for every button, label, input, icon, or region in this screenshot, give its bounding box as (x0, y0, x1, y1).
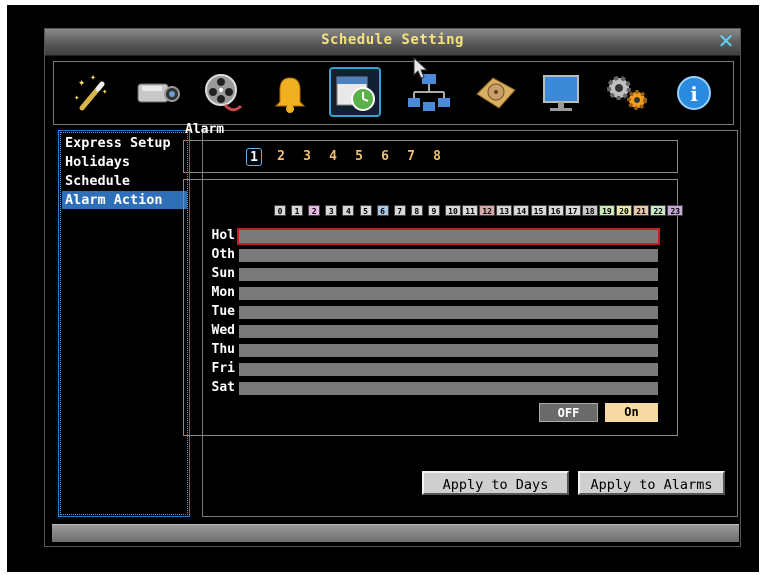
hour-cell[interactable]: 14 (513, 205, 530, 216)
hour-cell[interactable]: 17 (564, 205, 581, 216)
apply-to-days-button[interactable]: Apply to Days (422, 471, 569, 495)
schedule-icon[interactable] (329, 67, 381, 117)
alarm-number[interactable]: 4 (325, 148, 341, 166)
day-bar-oth[interactable] (239, 249, 658, 262)
sidebar-item-holidays[interactable]: Holidays (62, 153, 187, 171)
hour-cell[interactable]: 20 (616, 205, 632, 216)
gears-icon[interactable] (603, 70, 651, 116)
hour-cell[interactable]: 7 (393, 205, 406, 216)
hard-disk-icon[interactable] (471, 70, 519, 116)
day-label: Fri (211, 361, 235, 376)
day-bar-tue[interactable] (239, 306, 658, 319)
hour-cell[interactable]: 9 (427, 205, 440, 216)
alarm-number[interactable]: 8 (429, 148, 445, 166)
camera-icon[interactable] (134, 70, 182, 116)
monitor-icon[interactable] (538, 70, 586, 116)
hour-cell[interactable]: 22 (650, 205, 667, 216)
sidebar-item-schedule[interactable]: Schedule (62, 172, 187, 190)
day-bar-hol[interactable] (237, 228, 660, 245)
hour-cell[interactable]: 23 (667, 205, 684, 216)
hour-cell[interactable]: 12 (479, 205, 496, 216)
hour-cell[interactable]: 10 (445, 205, 461, 216)
window-title: Schedule Setting (321, 32, 464, 48)
alarm-number[interactable]: 1 (246, 148, 262, 166)
title-bar: Schedule Setting ✕ (45, 29, 740, 56)
mouse-cursor-icon (413, 57, 429, 79)
sidebar-item-express-setup[interactable]: Express Setup (62, 134, 187, 152)
day-label: Hol (211, 228, 235, 243)
alarm-number[interactable]: 7 (403, 148, 419, 166)
svg-text:✦: ✦ (90, 72, 96, 83)
hour-cell[interactable]: 13 (496, 205, 513, 216)
alarm-selector: 1 2 3 4 5 6 7 8 (183, 140, 678, 173)
hour-cell[interactable]: 18 (581, 205, 598, 216)
hour-cell[interactable]: 0 (274, 205, 286, 216)
off-button[interactable]: OFF (539, 403, 598, 422)
day-label: Thu (211, 342, 235, 357)
hour-cell[interactable]: 8 (410, 205, 423, 216)
on-button[interactable]: On (605, 403, 658, 422)
close-icon[interactable]: ✕ (716, 31, 736, 51)
hour-cell[interactable]: 4 (342, 205, 355, 216)
day-label: Tue (211, 304, 235, 319)
hour-cell[interactable]: 11 (462, 205, 479, 216)
day-label: Sun (211, 266, 235, 281)
hour-cell[interactable]: 2 (308, 205, 321, 216)
day-bar-wed[interactable] (239, 325, 658, 338)
hour-cell[interactable]: 5 (359, 205, 372, 216)
hour-cell[interactable]: 6 (376, 205, 389, 216)
toolbar: ✦ ✦ ✦ ✦ i (53, 61, 734, 125)
hour-cell[interactable]: 21 (633, 205, 650, 216)
day-label: Sat (211, 380, 235, 395)
hour-cell[interactable]: 16 (547, 205, 564, 216)
hour-cell[interactable]: 15 (530, 205, 547, 216)
day-label: Wed (211, 323, 235, 338)
sidebar-item-alarm-action[interactable]: Alarm Action (62, 191, 187, 209)
svg-text:✦: ✦ (74, 93, 80, 103)
day-label: Mon (211, 285, 235, 300)
svg-text:✦: ✦ (78, 75, 85, 89)
alarm-number[interactable]: 3 (299, 148, 315, 166)
sidebar: Express Setup Holidays Schedule Alarm Ac… (58, 130, 190, 517)
day-bar-thu[interactable] (239, 344, 658, 357)
svg-text:✦: ✦ (102, 87, 108, 97)
apply-to-alarms-button[interactable]: Apply to Alarms (578, 471, 725, 495)
info-icon[interactable]: i (670, 70, 718, 116)
hour-cell[interactable]: 3 (325, 205, 338, 216)
alarm-number[interactable]: 2 (273, 148, 289, 166)
day-bar-mon[interactable] (239, 287, 658, 300)
day-bar-sun[interactable] (239, 268, 658, 281)
alarm-number[interactable]: 5 (351, 148, 367, 166)
status-bar (52, 524, 739, 542)
bell-icon[interactable] (266, 70, 314, 116)
day-bar-sat[interactable] (239, 382, 658, 395)
alarm-label: Alarm (185, 122, 225, 137)
hour-cell[interactable]: 19 (598, 205, 615, 216)
day-label: Oth (211, 247, 235, 262)
svg-text:i: i (690, 82, 698, 106)
alarm-number[interactable]: 6 (377, 148, 393, 166)
wizard-icon[interactable]: ✦ ✦ ✦ ✦ (68, 70, 116, 116)
hour-cell[interactable]: 1 (291, 205, 304, 216)
film-reel-icon[interactable] (201, 70, 249, 116)
screen: Schedule Setting ✕ ✦ ✦ ✦ ✦ i Express Set… (7, 5, 759, 572)
day-bar-fri[interactable] (239, 363, 658, 376)
